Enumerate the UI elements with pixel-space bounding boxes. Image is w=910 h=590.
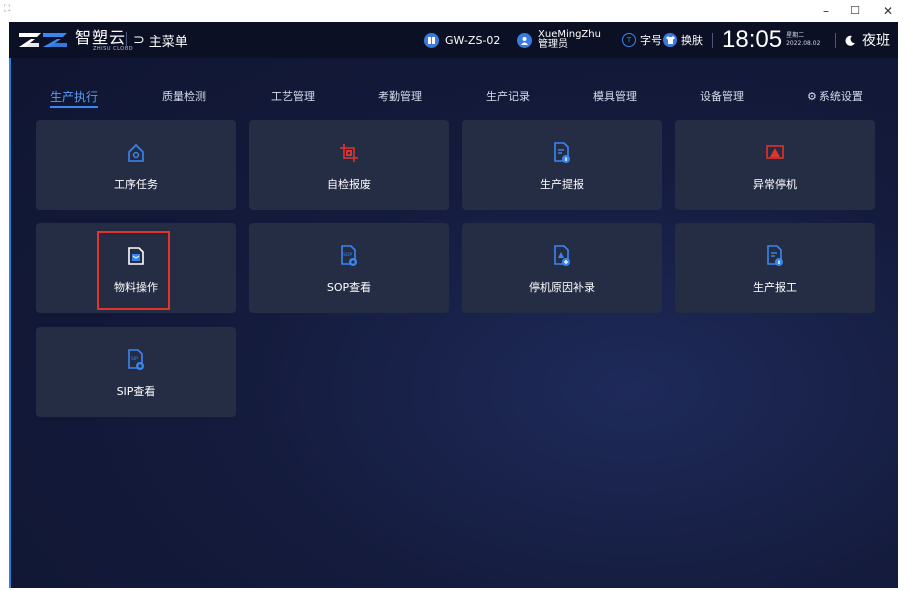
shirt-icon	[663, 33, 677, 47]
tab-label: 质量检测	[162, 90, 206, 103]
selection-highlight	[97, 231, 170, 310]
divider	[126, 32, 127, 48]
house-gear-icon	[128, 143, 144, 162]
divider	[835, 33, 836, 48]
tile-self-inspection-scrap[interactable]: 自检报废	[249, 120, 449, 210]
tab-label: 工艺管理	[271, 90, 315, 103]
tile-label: 停机原因补录	[529, 281, 595, 294]
clock: 18:05 星期二 2022.08.02	[722, 22, 820, 58]
skin-button[interactable]: 换肤	[663, 22, 703, 58]
tab-label: 考勤管理	[378, 90, 422, 103]
tile-label: 异常停机	[753, 178, 797, 191]
maximize-button[interactable]: ☐	[843, 1, 867, 21]
tab-label: 模具管理	[593, 90, 637, 103]
document-info-icon	[767, 245, 783, 266]
app-window: 智塑云 ZHISU CLOUD ⊃ 主菜单 GW-ZS-02 XueMingZh…	[9, 22, 898, 588]
tab-label: 设备管理	[700, 90, 744, 103]
tab-label: 生产记录	[486, 90, 530, 103]
user-info[interactable]: XueMingZhu 管理员	[517, 22, 601, 58]
warning-monitor-icon	[766, 145, 784, 159]
weekday-label: 星期二	[786, 32, 805, 39]
gear-icon: ⚙	[807, 90, 817, 103]
brand-subtitle: ZHISU CLOUD	[93, 46, 134, 52]
shift-indicator[interactable]: 夜班	[845, 22, 890, 58]
main-menu-label: 主菜单	[148, 34, 188, 50]
tab-attendance-management[interactable]: 考勤管理	[378, 88, 422, 112]
tile-production-report[interactable]: 生产提报	[462, 120, 662, 210]
tile-label: 工序任务	[114, 178, 158, 191]
date-label: 2022.08.02	[786, 40, 821, 47]
active-tab-indicator	[50, 106, 99, 108]
tile-label: 物料操作	[114, 281, 158, 294]
svg-text:SIP: SIP	[131, 356, 138, 362]
tile-label: SIP查看	[116, 385, 156, 398]
divider	[712, 33, 713, 48]
material-box-icon	[128, 247, 144, 265]
tab-system-settings[interactable]: ⚙ 系统设置	[807, 88, 863, 112]
app-icon: ⛶	[4, 4, 11, 14]
device-code: GW-ZS-02	[445, 33, 501, 47]
clock-time: 18:05	[722, 26, 783, 53]
tab-production-records[interactable]: 生产记录	[486, 88, 530, 112]
device-indicator[interactable]: GW-ZS-02	[424, 22, 500, 58]
tab-process-management[interactable]: 工艺管理	[271, 88, 315, 112]
tab-label: 系统设置	[818, 90, 863, 103]
main-menu-button[interactable]: ⊃ 主菜单	[133, 30, 188, 50]
brand-name: 智塑云	[75, 28, 127, 47]
tile-label: 生产提报	[540, 178, 584, 191]
window-edge	[9, 22, 11, 588]
tab-equipment-management[interactable]: 设备管理	[700, 88, 744, 112]
user-role: 管理员	[538, 39, 568, 50]
moon-icon	[845, 35, 855, 46]
tab-mold-management[interactable]: 模具管理	[593, 88, 637, 112]
tab-production-execution[interactable]: 生产执行	[50, 88, 99, 112]
tile-shutdown-reason-supplement[interactable]: 停机原因补录	[462, 223, 662, 313]
close-button[interactable]: ✕	[876, 1, 900, 21]
tab-label: 生产执行	[50, 90, 99, 104]
tile-sop-view[interactable]: SOP SOP查看	[249, 223, 449, 313]
font-size-button[interactable]: T 字号	[622, 22, 662, 58]
tile-label: 生产报工	[753, 281, 797, 294]
crop-scrap-icon	[340, 144, 358, 162]
tile-production-work-report[interactable]: 生产报工	[675, 223, 875, 313]
tab-quality-inspection[interactable]: 质量检测	[162, 88, 206, 112]
tile-material-operations[interactable]: 物料操作	[36, 223, 236, 313]
document-add-icon	[554, 245, 570, 266]
tile-label: 自检报废	[327, 178, 371, 191]
return-arrow-icon: ⊃	[133, 32, 145, 48]
user-icon	[517, 32, 532, 48]
module-tabs: 生产执行 质量检测 工艺管理 考勤管理 生产记录 模具管理 设备管理 ⚙ 系统设置	[37, 88, 877, 112]
font-size-icon: T	[622, 33, 636, 47]
window-titlebar: ⛶ – ☐ ✕	[0, 0, 910, 22]
font-size-label: 字号	[640, 34, 662, 47]
tile-label: SOP查看	[326, 281, 372, 294]
skin-label: 换肤	[681, 34, 703, 47]
top-header: 智塑云 ZHISU CLOUD ⊃ 主菜单 GW-ZS-02 XueMingZh…	[9, 22, 898, 58]
tile-abnormal-shutdown[interactable]: 异常停机	[675, 120, 875, 210]
brand-logo	[19, 33, 67, 47]
sip-document-icon: SIP	[128, 349, 144, 370]
svg-text:SOP: SOP	[343, 252, 352, 258]
device-icon	[424, 32, 439, 48]
tile-sip-view[interactable]: SIP SIP查看	[36, 327, 236, 417]
shift-label: 夜班	[862, 33, 890, 49]
document-info-icon	[554, 142, 570, 163]
minimize-button[interactable]: –	[814, 1, 838, 21]
tile-process-tasks[interactable]: 工序任务	[36, 120, 236, 210]
sop-document-icon: SOP	[341, 245, 357, 266]
